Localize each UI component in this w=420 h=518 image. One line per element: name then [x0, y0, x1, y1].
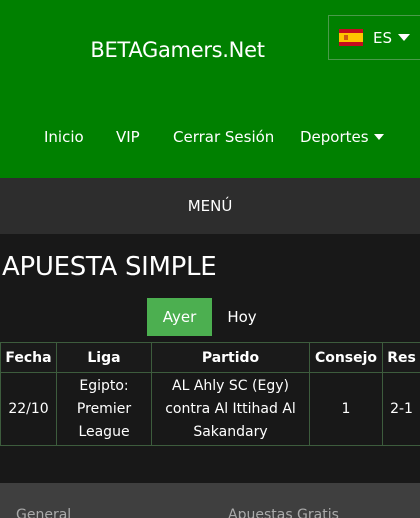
spain-flag-icon: [339, 29, 363, 46]
footer-item-general[interactable]: General: [16, 507, 71, 518]
column-header-fecha: Fecha: [0, 342, 57, 373]
menu-label: MENÚ: [187, 197, 233, 215]
language-selector[interactable]: ES: [328, 15, 420, 60]
cell-res: 2-1: [382, 372, 420, 446]
nav-item-vip[interactable]: VIP: [116, 128, 140, 146]
table-row: 22/10 Egipto: Premier League AL Ahly SC …: [0, 372, 420, 446]
tab-hoy[interactable]: Hoy: [214, 298, 270, 336]
column-header-consejo: Consejo: [309, 342, 383, 373]
column-header-partido: Partido: [151, 342, 310, 373]
table-header-row: Fecha Liga Partido Consejo Res: [0, 342, 420, 373]
main-content: APUESTA SIMPLE Ayer Hoy Fecha Liga Parti…: [0, 234, 420, 483]
language-code: ES: [373, 28, 392, 47]
cell-partido: AL Ahly SC (Egy) contra Al Ittihad Al Sa…: [151, 372, 310, 446]
site-title[interactable]: BETAGamers.Net: [0, 38, 355, 62]
column-header-res: Res: [382, 342, 420, 373]
caret-down-icon: [373, 134, 384, 140]
main-nav: Inicio VIP Cerrar Sesión Deportes: [0, 128, 420, 150]
menu-toggle[interactable]: MENÚ: [0, 178, 420, 234]
column-header-liga: Liga: [56, 342, 152, 373]
footer-bar: General Apuestas Gratis: [0, 483, 420, 518]
nav-item-cerrar-sesion[interactable]: Cerrar Sesión: [173, 128, 274, 146]
page-title: APUESTA SIMPLE: [2, 252, 217, 282]
nav-item-inicio[interactable]: Inicio: [44, 128, 84, 146]
site-header: BETAGamers.Net ES Inicio VIP Cerrar Sesi…: [0, 0, 420, 178]
chevron-down-icon: [398, 34, 410, 41]
tab-ayer[interactable]: Ayer: [147, 298, 212, 336]
footer-item-apuestas-gratis[interactable]: Apuestas Gratis: [228, 507, 339, 518]
nav-item-deportes-label: Deportes: [300, 128, 369, 146]
cell-liga: Egipto: Premier League: [56, 372, 152, 446]
picks-table: Fecha Liga Partido Consejo Res 22/10 Egi…: [0, 342, 420, 446]
cell-fecha: 22/10: [0, 372, 57, 446]
nav-item-deportes[interactable]: Deportes: [300, 128, 384, 146]
cell-consejo: 1: [309, 372, 383, 446]
